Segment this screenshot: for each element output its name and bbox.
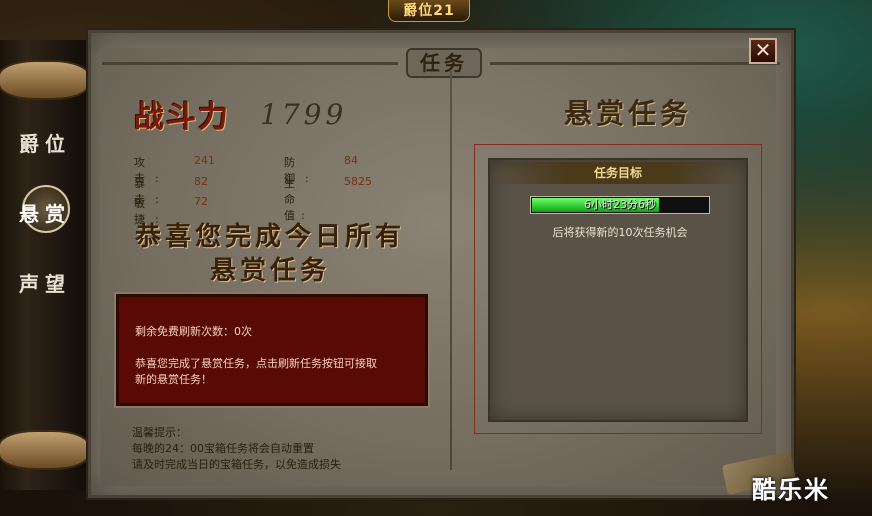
refresh-timer-caption: 后将获得新的10次任务机会 xyxy=(552,226,688,239)
tips-line-1: 每晚的24：00宝箱任务将会自动重置 xyxy=(132,442,314,455)
combat-power-label: 战斗力 xyxy=(134,100,230,135)
stat-value: 241 xyxy=(194,154,215,167)
refresh-timer-text: 6小时23分6秒 xyxy=(584,198,656,211)
stat-value: 72 xyxy=(194,195,208,208)
tips-line-2: 请及时完成当日的宝箱任务，以免造成损失 xyxy=(132,458,341,471)
stat-value: 82 xyxy=(194,175,208,188)
stat-value: 84 xyxy=(344,154,358,167)
objective-header: 任务目标 xyxy=(490,162,746,184)
refresh-timer-bar: 6小时23分6秒 xyxy=(530,196,710,214)
sidebar-item-reputation[interactable]: 声望 xyxy=(6,264,84,304)
congrats-headline-2: 悬赏任务 xyxy=(209,256,330,286)
sidebar-cap-bottom xyxy=(0,430,90,470)
sidebar-item-bounty[interactable]: 悬赏 xyxy=(6,194,84,234)
stat-value: 5825 xyxy=(344,175,372,188)
message-box: 剩余免费刷新次数：0次 恭喜您完成了悬赏任务，点击刷新任务按钮可接取 新的悬赏任… xyxy=(116,294,428,406)
sidebar-item-rank[interactable]: 爵位 xyxy=(6,124,84,164)
tips-title: 温馨提示： xyxy=(132,426,187,439)
title-rule-right xyxy=(490,62,780,65)
panel-title: 任务 xyxy=(406,48,482,78)
congrats-headline-1: 恭喜您完成今日所有 xyxy=(134,222,405,252)
rank-badge: 爵位21 xyxy=(388,0,470,22)
title-rule-left xyxy=(102,62,398,65)
site-watermark: 酷乐米 xyxy=(752,476,830,504)
close-button[interactable]: ✕ xyxy=(749,38,777,64)
panel-divider xyxy=(450,70,452,470)
sidebar-cap-top xyxy=(0,60,90,100)
bounty-title: 悬赏任务 xyxy=(563,97,692,130)
sidebar: 爵位 悬赏 声望 xyxy=(0,0,90,516)
combat-power-value: 1799 xyxy=(260,98,348,131)
message-line-2: 新的悬赏任务！ xyxy=(135,373,212,386)
message-line-1: 恭喜您完成了悬赏任务，点击刷新任务按钮可接取 xyxy=(135,357,377,370)
refresh-count-text: 剩余免费刷新次数：0次 xyxy=(135,325,252,338)
